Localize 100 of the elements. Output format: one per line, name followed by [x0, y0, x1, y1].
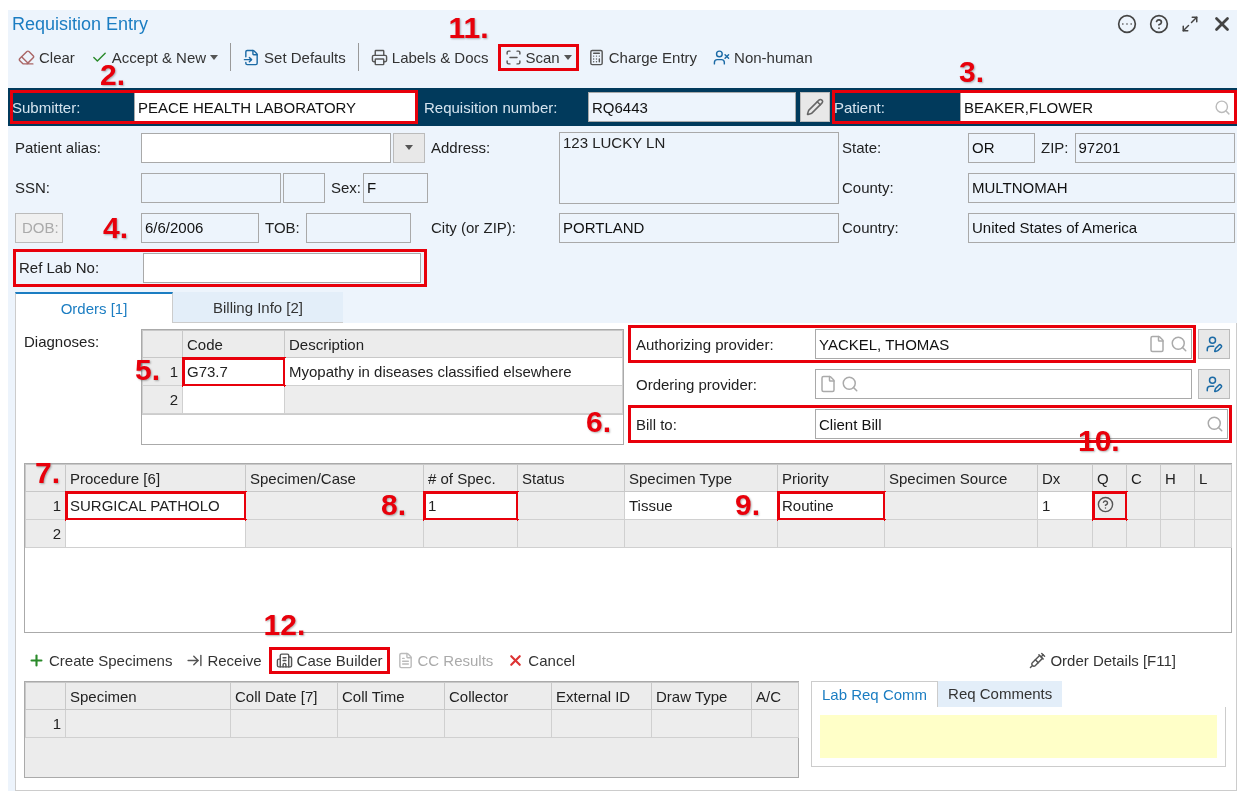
- address-field[interactable]: 123 LUCKY LN: [559, 132, 839, 204]
- text-field[interactable]: [283, 172, 325, 203]
- callout-number: 3.: [959, 57, 985, 87]
- column-header: Specimen/Case: [245, 464, 424, 492]
- field-label: Submitter:: [12, 98, 82, 116]
- comment-field[interactable]: [811, 707, 1226, 767]
- text-field[interactable]: PORTLAND: [559, 212, 839, 243]
- field-label: City (or ZIP):: [431, 219, 516, 236]
- callout-number: 5.: [135, 355, 161, 385]
- text-field[interactable]: United States of America: [968, 212, 1235, 243]
- search-icon[interactable]: [1214, 98, 1231, 116]
- search-icon[interactable]: [1206, 415, 1224, 433]
- help-icon[interactable]: [1149, 14, 1169, 34]
- table-cell[interactable]: [624, 519, 778, 548]
- table-cell[interactable]: [182, 385, 285, 414]
- text-field[interactable]: [305, 212, 411, 243]
- provider-button[interactable]: [1198, 369, 1230, 399]
- table-cell[interactable]: [444, 709, 552, 738]
- callout-number: 8.: [381, 490, 407, 520]
- column-header: Dx: [1037, 464, 1093, 492]
- toolbar-icon: [504, 48, 522, 66]
- text-field[interactable]: BEAKER,FLOWER: [960, 92, 1235, 122]
- table-cell[interactable]: [65, 709, 231, 738]
- toolbar-button[interactable]: Labels & Docs: [366, 46, 493, 68]
- column-header: # of Spec.: [423, 464, 518, 492]
- person-pen-icon: [1205, 375, 1223, 393]
- caret-icon: [563, 54, 572, 60]
- toolbar-button[interactable]: Non-human: [709, 46, 817, 68]
- table-cell[interactable]: G73.7: [182, 357, 285, 386]
- text-field[interactable]: OR: [968, 132, 1035, 163]
- edit-button[interactable]: [800, 92, 830, 122]
- toolbar-button[interactable]: Scan: [500, 46, 576, 68]
- field-label: Country:: [842, 219, 899, 236]
- field-label: Patient alias:: [15, 139, 101, 156]
- tab[interactable]: Orders [1]: [15, 292, 173, 323]
- text-field[interactable]: PEACE HEALTH LABORATORY: [134, 92, 416, 122]
- document-icon[interactable]: [1148, 335, 1166, 353]
- toolbar-button[interactable]: Receive: [182, 649, 266, 671]
- tab[interactable]: Billing Info [2]: [173, 292, 343, 323]
- field-label: Diagnoses:: [24, 332, 101, 352]
- row-number: 1: [25, 709, 66, 738]
- column-header: Coll Time: [337, 682, 445, 710]
- toolbar-button[interactable]: Case Builder: [271, 649, 387, 671]
- expand-icon[interactable]: [1181, 15, 1199, 33]
- table-cell[interactable]: [1092, 491, 1127, 520]
- question-icon[interactable]: [1097, 495, 1114, 513]
- text-field[interactable]: [141, 132, 391, 163]
- text-field[interactable]: RQ6443: [588, 92, 796, 122]
- table-cell[interactable]: [245, 519, 424, 548]
- text-field[interactable]: MULTNOMAH: [968, 172, 1235, 203]
- order-details-button[interactable]: Order Details [F11]: [1025, 649, 1180, 671]
- field-label: Bill to:: [635, 415, 678, 433]
- table-cell[interactable]: 1: [423, 491, 518, 520]
- field-label: Requisition number:: [424, 98, 559, 116]
- table-cell[interactable]: [230, 709, 338, 738]
- search-icon[interactable]: [1170, 335, 1188, 353]
- dropdown-button[interactable]: [393, 132, 425, 163]
- column-header: Description: [284, 330, 623, 358]
- text-field[interactable]: F: [363, 172, 428, 203]
- column-header: Procedure [6]: [65, 464, 246, 492]
- table-cell[interactable]: [423, 519, 518, 548]
- document-icon[interactable]: [819, 375, 837, 393]
- search-icon[interactable]: [841, 375, 859, 393]
- table-cell[interactable]: [651, 709, 752, 738]
- table-cell[interactable]: [517, 519, 625, 548]
- table-cell[interactable]: [884, 519, 1038, 548]
- column-header: Status: [517, 464, 625, 492]
- table-cell[interactable]: [777, 519, 885, 548]
- field-label: State:: [842, 139, 882, 156]
- toolbar-icon: [587, 48, 605, 66]
- field-label: ZIP:: [1041, 139, 1069, 156]
- toolbar-button[interactable]: Create Specimens: [24, 649, 177, 671]
- field-label: Ref Lab No:: [19, 259, 101, 276]
- table-cell[interactable]: [337, 709, 445, 738]
- field-label: Ordering provider:: [635, 375, 758, 393]
- text-field[interactable]: 97201: [1074, 132, 1235, 163]
- pencil-icon: [806, 98, 824, 116]
- table-cell[interactable]: [245, 491, 424, 520]
- toolbar-button[interactable]: Set Defaults: [239, 46, 350, 68]
- table-cell[interactable]: [517, 491, 625, 520]
- toolbar-button[interactable]: Charge Entry: [583, 46, 702, 68]
- toolbar-icon: [713, 48, 731, 66]
- toolbar-button[interactable]: Cancel: [503, 649, 580, 671]
- toolbar-button[interactable]: Clear: [14, 46, 79, 68]
- toolbar-icon: [243, 48, 261, 66]
- tab[interactable]: Lab Req Comm: [811, 681, 939, 707]
- text-field[interactable]: [143, 252, 421, 283]
- window-title: Requisition Entry: [12, 13, 149, 35]
- table-cell[interactable]: [884, 491, 1038, 520]
- table-cell[interactable]: [65, 519, 246, 548]
- text-field[interactable]: [815, 369, 1192, 399]
- table-cell[interactable]: Routine: [777, 491, 885, 520]
- column-header: A/C: [751, 682, 799, 710]
- table-cell[interactable]: [551, 709, 652, 738]
- provider-button[interactable]: [1198, 329, 1230, 359]
- text-field[interactable]: [141, 172, 281, 203]
- text-field[interactable]: YACKEL, THOMAS: [815, 329, 1192, 359]
- tab[interactable]: Req Comments: [938, 681, 1063, 707]
- more-icon[interactable]: [1117, 14, 1137, 34]
- table-cell[interactable]: SURGICAL PATHOLO: [65, 491, 246, 520]
